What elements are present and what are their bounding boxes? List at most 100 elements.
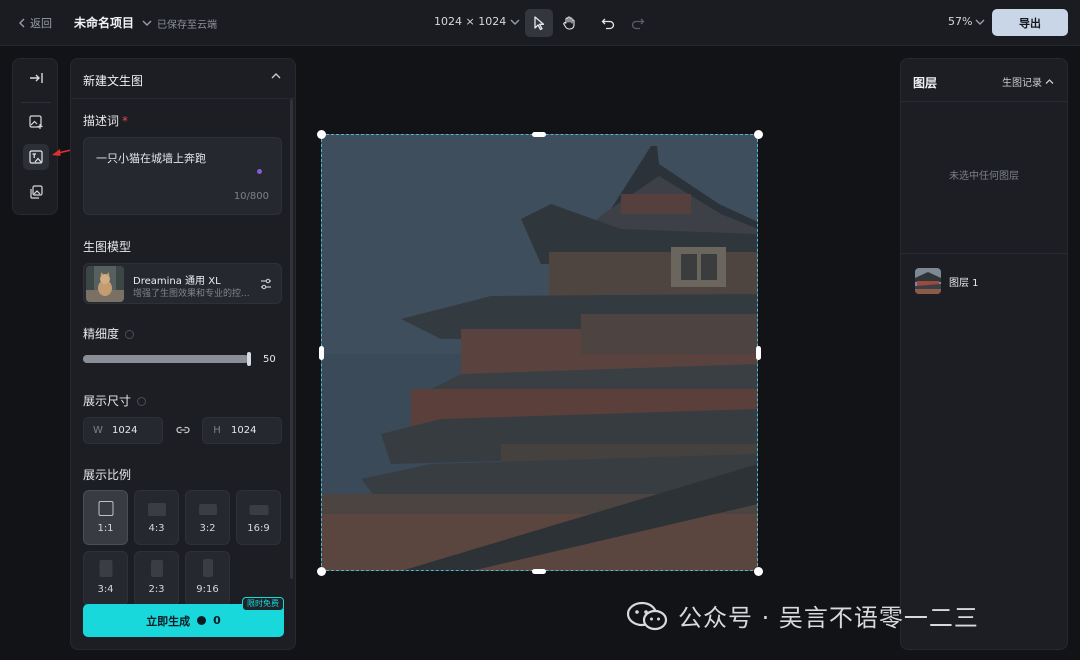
project-name: 未命名项目 [74,16,135,30]
model-thumbnail [86,266,124,302]
panel-title: 新建文生图 [83,74,144,88]
empty-selection-message: 未选中任何图层 [949,171,1019,182]
watermark: 公众号 · 吴言不语零一二三 [626,598,979,633]
redo-button[interactable] [624,9,652,37]
width-value: 1024 [112,425,138,436]
resize-handle-top[interactable] [532,132,546,137]
hand-icon [563,16,575,30]
layer-name: 图层 1 [949,277,979,289]
model-name: Dreamina 通用 XL [133,276,221,287]
image-add-icon [29,115,43,129]
ratio-option-1-1[interactable]: 1:1 [83,490,128,545]
width-input[interactable]: W 1024 [83,417,163,444]
ratio-shape [249,505,268,515]
ratio-label-text: 1:1 [97,523,114,534]
resize-handle-bottom-left[interactable] [317,567,326,576]
chevron-down-icon [510,19,520,25]
generate-cost: 0 [213,614,221,627]
ratio-label-text: 4:3 [148,523,165,534]
ratio-option-3-4[interactable]: 3:4 [83,551,128,606]
resize-handle-top-left[interactable] [317,130,326,139]
resize-handle-bottom[interactable] [532,569,546,574]
text-to-image-panel: 新建文生图 描述词 * 一只小猫在城墙上奔跑 10/800 生图模型 Dreami… [70,58,296,650]
detail-slider-fill [83,355,248,363]
back-button[interactable]: 返回 [18,15,52,31]
zoom-dropdown[interactable]: 57% [948,15,985,28]
panel-scrollbar[interactable] [290,99,293,579]
detail-value: 50 [263,354,276,365]
prompt-label: 描述词 * [83,112,128,129]
link-icon[interactable] [175,423,191,437]
layers-panel: 图层 生图记录 未选中任何图层 图层 1 [900,58,1068,650]
settings-sliders-icon[interactable] [259,277,273,291]
undo-button[interactable] [594,9,622,37]
resize-handle-top-right[interactable] [754,130,763,139]
ratio-option-3-2[interactable]: 3:2 [185,490,230,545]
undo-icon [601,18,615,30]
image-to-image-button[interactable] [23,109,49,135]
panel-header: 新建文生图 [71,59,295,99]
history-dropdown[interactable]: 生图记录 [1002,74,1054,89]
detail-label: 精细度 [83,325,135,342]
ratio-label-text: 3:2 [199,523,216,534]
ratio-label-text: 16:9 [247,523,270,534]
ratio-shape [99,560,112,577]
project-name-button[interactable]: 未命名项目 [74,14,152,31]
ratio-option-2-3[interactable]: 2:3 [134,551,179,606]
model-description: 增强了生图效果和专业的控... [133,289,250,299]
model-selector[interactable]: Dreamina 通用 XL 增强了生图效果和专业的控... [83,263,282,304]
text-to-image-button[interactable] [23,144,49,170]
ratio-option-9-16[interactable]: 9:16 [185,551,230,606]
credit-icon [197,616,207,625]
tool-rail [12,58,58,215]
export-button[interactable]: 导出 [992,9,1068,36]
prompt-status-dot [257,169,262,174]
zoom-level: 57% [948,15,973,28]
chevron-up-icon[interactable] [271,72,281,80]
canvas-size: 1024 × 1024 [434,15,507,28]
ratio-option-4-3[interactable]: 4:3 [134,490,179,545]
info-icon[interactable] [125,330,135,339]
expand-arrow-icon [30,73,43,83]
canvas-size-dropdown[interactable]: 1024 × 1024 [434,15,520,28]
resize-handle-bottom-right[interactable] [754,567,763,576]
layers-divider [901,253,1067,254]
history-label: 生图记录 [1002,78,1042,89]
ratio-label-text: 2:3 [148,584,165,595]
free-badge: 限时免费 [242,597,284,611]
layer-thumbnail [915,268,941,294]
info-icon[interactable] [137,397,147,406]
prompt-input[interactable]: 一只小猫在城墙上奔跑 10/800 [83,137,282,215]
expand-panel-button[interactable] [23,65,49,91]
cursor-icon [534,16,545,31]
layers-divider [901,101,1067,102]
height-letter: H [213,425,221,436]
height-value: 1024 [231,425,257,436]
ratio-option-16-9[interactable]: 16:9 [236,490,281,545]
select-tool-button[interactable] [525,9,553,37]
selection-frame [321,134,758,571]
image-stack-icon [30,185,43,199]
layer-item[interactable]: 图层 1 [915,268,979,294]
detail-slider[interactable] [83,355,251,363]
hand-tool-button[interactable] [555,9,583,37]
chevron-down-icon [142,20,152,26]
ratio-shape [150,560,163,577]
width-letter: W [93,425,103,436]
prompt-char-count: 10/800 [233,191,269,202]
layers-stack-button[interactable] [23,179,49,205]
prompt-text: 一只小猫在城墙上奔跑 [96,152,206,165]
wechat-icon [626,601,668,630]
detail-slider-handle[interactable] [247,352,251,366]
watermark-text: 公众号 · 吴言不语零一二三 [678,604,979,632]
chevron-left-icon [19,18,25,28]
save-status: 已保存至云端 [157,20,217,31]
resize-handle-right[interactable] [756,346,761,360]
chevron-up-icon [1045,79,1054,84]
height-input[interactable]: H 1024 [202,417,282,444]
image-text-icon [29,150,43,164]
redo-icon [631,18,645,30]
ratio-shape [202,559,213,577]
size-label-text: 展示尺寸 [83,394,132,408]
resize-handle-left[interactable] [319,346,324,360]
